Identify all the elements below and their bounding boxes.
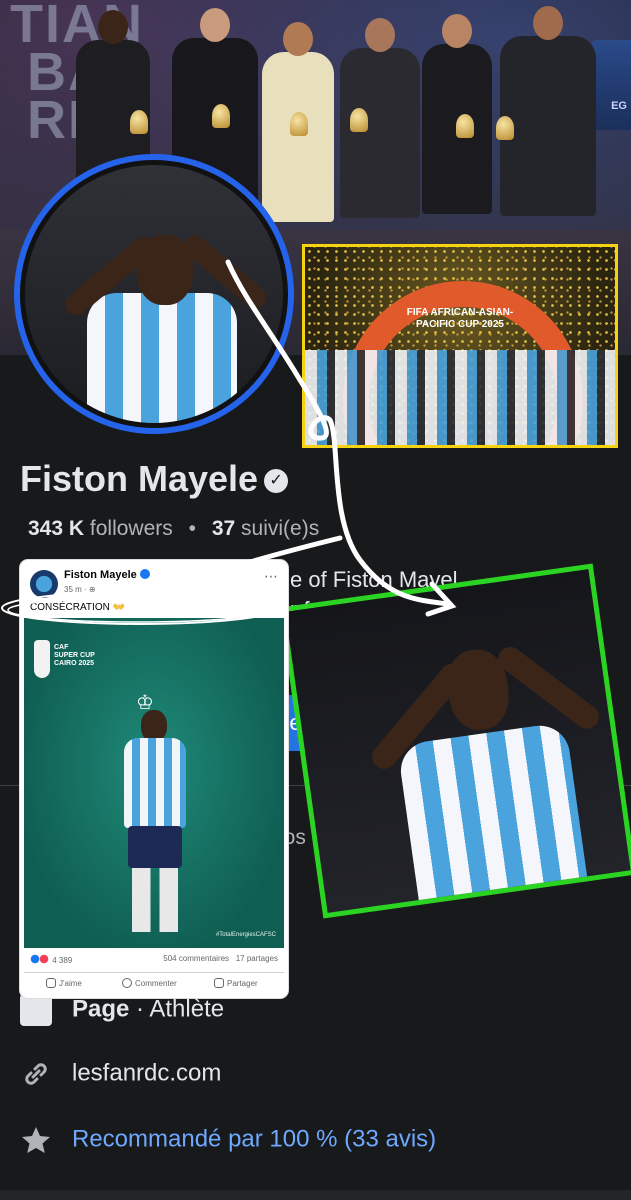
post-time-text: 35 m · <box>64 585 89 594</box>
comments-count: 504 commentaires <box>163 954 230 963</box>
team-celebration <box>305 350 615 445</box>
comment-icon <box>122 978 132 988</box>
trophy-icon <box>212 104 230 128</box>
profile-avatar-photo <box>20 160 288 428</box>
trophy-icon <box>130 110 148 134</box>
profile-avatar[interactable] <box>14 154 294 434</box>
like-button[interactable]: J'aime <box>46 978 82 988</box>
post-image-hashtag: #TotalEnergiesCAFSC <box>215 932 276 938</box>
yellow-photo-title: FIFA AFRICAN-ASIAN- PACIFIC CUP 2025 <box>406 307 514 330</box>
bottom-bar <box>0 1190 631 1200</box>
reactions-count: 4 389 <box>52 956 73 965</box>
share-button[interactable]: Partager <box>214 978 258 988</box>
green-photo-jersey <box>397 721 590 914</box>
verified-badge-icon: ✓ <box>264 469 289 493</box>
trophy-icon <box>456 114 474 138</box>
post-image-player-legs <box>132 868 178 932</box>
stats-separator: • <box>188 517 196 540</box>
post-more-icon[interactable]: ⋯ <box>264 568 278 585</box>
globe-icon: ⊕ <box>88 585 96 594</box>
page-category-row: Page · Athlète <box>20 994 224 1026</box>
trophy-icon <box>350 108 368 132</box>
profile-name-text: Fiston Mayele <box>20 458 259 499</box>
followers-count: 343 K <box>28 517 85 540</box>
super-cup-trophy-icon <box>34 640 50 678</box>
profile-name: Fiston Mayele ✓ <box>20 458 289 500</box>
post-author-avatar[interactable] <box>30 570 58 598</box>
post-reactions[interactable]: 4 389 <box>30 954 72 965</box>
avatar-jersey <box>87 293 237 423</box>
follower-stats[interactable]: 343 K followers • 37 suivi(e)s <box>28 517 319 541</box>
cover-egypt-banner <box>591 40 631 130</box>
reaction-icons <box>30 954 50 964</box>
cover-person-3 <box>262 22 334 222</box>
post-caption: CONSÉCRATION 👐 <box>30 602 126 613</box>
post-image[interactable]: CAF SUPER CUP CAIRO 2025 ♔ #TotalEnergie… <box>24 618 284 948</box>
post-image-player-jersey <box>124 738 186 828</box>
post-image-caf-text: CAF SUPER CUP CAIRO 2025 <box>54 644 95 667</box>
yellow-highlighted-photo: FIFA AFRICAN-ASIAN- PACIFIC CUP 2025 <box>302 244 618 448</box>
share-label: Partager <box>227 979 258 988</box>
green-highlighted-photo <box>279 563 631 919</box>
comment-button[interactable]: Commenter <box>122 978 177 988</box>
page-category: · Athlète <box>129 995 225 1023</box>
share-icon <box>214 978 224 988</box>
page-flag-icon <box>20 994 52 1026</box>
post-time: 35 m · ⊕ <box>64 585 96 594</box>
thumbs-up-icon <box>46 978 56 988</box>
following-label: suivi(e)s <box>241 517 320 540</box>
shares-count: 17 partages <box>235 954 278 963</box>
recommendation-text[interactable]: Recommandé par 100 % (33 avis) <box>72 1125 436 1152</box>
cover-person-6 <box>500 6 596 216</box>
page-label: Page <box>72 995 130 1023</box>
website-link[interactable]: lesfanrdc.com <box>72 1059 221 1086</box>
post-image-player-shorts <box>128 826 182 868</box>
green-photo-right-arm <box>493 642 604 734</box>
post-author[interactable]: Fiston Mayele <box>64 569 150 581</box>
trophy-icon <box>496 116 514 140</box>
following-count: 37 <box>211 517 236 540</box>
like-label: J'aime <box>59 979 82 988</box>
trophy-icon <box>290 112 308 136</box>
post-author-name: Fiston Mayele <box>64 569 137 581</box>
facebook-post-card[interactable]: Fiston Mayele 35 m · ⊕ ⋯ CONSÉCRATION 👐 … <box>20 560 288 998</box>
cover-egypt-text: EG <box>611 100 627 112</box>
star-icon <box>22 1127 50 1153</box>
cover-person-4 <box>340 18 420 218</box>
link-icon <box>25 1063 47 1085</box>
post-verified-icon <box>139 569 150 579</box>
followers-label: followers <box>89 517 173 540</box>
post-actions: J'aime Commenter Partager <box>24 972 284 994</box>
website-row[interactable]: lesfanrdc.com <box>20 1058 221 1090</box>
recommendation-row[interactable]: Recommandé par 100 % (33 avis) <box>20 1124 436 1156</box>
post-counts[interactable]: 504 commentaires 17 partages <box>163 954 278 963</box>
comment-label: Commenter <box>135 979 177 988</box>
